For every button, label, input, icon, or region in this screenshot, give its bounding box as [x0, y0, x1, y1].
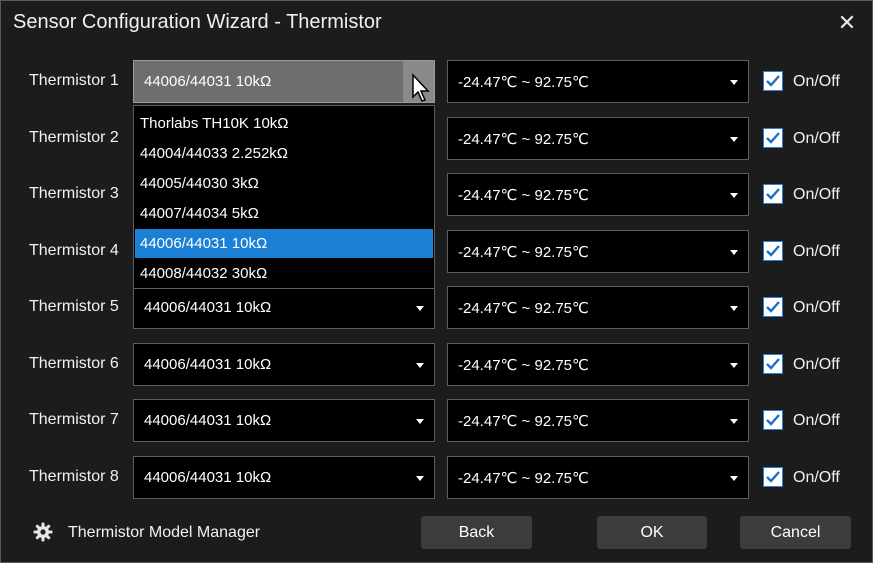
- dropdown-option-label: 44005/44030 3kΩ: [140, 175, 259, 192]
- dropdown-option[interactable]: 44004/44033 2.252kΩ: [135, 139, 433, 168]
- model-dropdown-list: Thorlabs TH10K 10kΩ 44004/44033 2.252kΩ …: [133, 105, 435, 289]
- chevron-down-icon: [730, 193, 738, 198]
- close-button[interactable]: ✕: [830, 7, 864, 39]
- enable-checkbox[interactable]: [763, 297, 783, 317]
- checkmark-icon: [766, 188, 780, 200]
- enable-checkbox[interactable]: [763, 354, 783, 374]
- thermistor-label: Thermistor 5: [29, 298, 119, 315]
- on-off-label: On/Off: [793, 356, 840, 373]
- dropdown-option-label: Thorlabs TH10K 10kΩ: [140, 115, 289, 132]
- range-select-value: -24.47℃ ~ 92.75℃: [458, 244, 589, 261]
- dropdown-option-label: 44007/44034 5kΩ: [140, 205, 259, 222]
- enable-checkbox[interactable]: [763, 410, 783, 430]
- on-off-label: On/Off: [793, 73, 840, 90]
- title-bar: Sensor Configuration Wizard - Thermistor…: [1, 1, 872, 45]
- model-select-value: 44006/44031 10kΩ: [144, 469, 272, 486]
- mouse-cursor-icon: [412, 73, 430, 102]
- model-select[interactable]: 44006/44031 10kΩ: [133, 399, 435, 442]
- on-off-label: On/Off: [793, 130, 840, 147]
- chevron-down-icon: [416, 363, 424, 368]
- range-select-value: -24.47℃ ~ 92.75℃: [458, 470, 589, 487]
- dropdown-option[interactable]: 44006/44031 10kΩ: [135, 229, 433, 258]
- dropdown-option-label: 44004/44033 2.252kΩ: [140, 145, 289, 162]
- model-select-value: 44006/44031 10kΩ: [144, 299, 272, 316]
- range-select[interactable]: -24.47℃ ~ 92.75℃: [447, 117, 749, 160]
- range-select[interactable]: -24.47℃ ~ 92.75℃: [447, 173, 749, 216]
- range-select[interactable]: -24.47℃ ~ 92.75℃: [447, 399, 749, 442]
- window-title: Sensor Configuration Wizard - Thermistor: [13, 11, 382, 33]
- chevron-down-icon: [730, 363, 738, 368]
- chevron-down-icon: [416, 476, 424, 481]
- thermistor-model-manager-link[interactable]: Thermistor Model Manager: [68, 524, 260, 542]
- range-select[interactable]: -24.47℃ ~ 92.75℃: [447, 286, 749, 329]
- dropdown-option[interactable]: 44007/44034 5kΩ: [135, 199, 433, 228]
- model-select[interactable]: 44006/44031 10kΩ: [133, 60, 435, 103]
- thermistor-label: Thermistor 4: [29, 242, 119, 259]
- range-select[interactable]: -24.47℃ ~ 92.75℃: [447, 343, 749, 386]
- checkmark-icon: [766, 245, 780, 257]
- thermistor-label: Thermistor 1: [29, 72, 119, 89]
- range-select-value: -24.47℃ ~ 92.75℃: [458, 187, 589, 204]
- dropdown-option[interactable]: 44008/44032 30kΩ: [135, 259, 433, 288]
- dropdown-option-label: 44008/44032 30kΩ: [140, 265, 268, 282]
- thermistor-label: Thermistor 3: [29, 185, 119, 202]
- checkmark-icon: [766, 471, 780, 483]
- on-off-label: On/Off: [793, 186, 840, 203]
- chevron-down-icon: [730, 476, 738, 481]
- range-select-value: -24.47℃ ~ 92.75℃: [458, 413, 589, 430]
- model-select[interactable]: 44006/44031 10kΩ: [133, 286, 435, 329]
- chevron-down-icon: [416, 306, 424, 311]
- on-off-label: On/Off: [793, 469, 840, 486]
- chevron-down-icon: [730, 306, 738, 311]
- model-select[interactable]: 44006/44031 10kΩ: [133, 343, 435, 386]
- chevron-down-icon: [730, 137, 738, 142]
- range-select-value: -24.47℃ ~ 92.75℃: [458, 131, 589, 148]
- enable-checkbox[interactable]: [763, 241, 783, 261]
- enable-checkbox[interactable]: [763, 467, 783, 487]
- range-select[interactable]: -24.47℃ ~ 92.75℃: [447, 230, 749, 273]
- checkmark-icon: [766, 75, 780, 87]
- dropdown-option[interactable]: 44005/44030 3kΩ: [135, 169, 433, 198]
- wizard-window: Sensor Configuration Wizard - Thermistor…: [0, 0, 873, 563]
- model-select-value: 44006/44031 10kΩ: [144, 412, 272, 429]
- checkmark-icon: [766, 358, 780, 370]
- close-icon: ✕: [837, 10, 857, 35]
- model-select[interactable]: 44006/44031 10kΩ: [133, 456, 435, 499]
- chevron-down-icon: [730, 419, 738, 424]
- thermistor-label: Thermistor 6: [29, 355, 119, 372]
- chevron-down-icon: [730, 80, 738, 85]
- chevron-down-icon: [730, 250, 738, 255]
- gear-icon[interactable]: [33, 522, 53, 542]
- checkmark-icon: [766, 301, 780, 313]
- enable-checkbox[interactable]: [763, 128, 783, 148]
- model-select-value: 44006/44031 10kΩ: [144, 356, 272, 373]
- on-off-label: On/Off: [793, 412, 840, 429]
- range-select[interactable]: -24.47℃ ~ 92.75℃: [447, 456, 749, 499]
- thermistor-label: Thermistor 8: [29, 468, 119, 485]
- checkmark-icon: [766, 414, 780, 426]
- enable-checkbox[interactable]: [763, 184, 783, 204]
- range-select-value: -24.47℃ ~ 92.75℃: [458, 300, 589, 317]
- thermistor-label: Thermistor 7: [29, 411, 119, 428]
- dropdown-option-label: 44006/44031 10kΩ: [140, 235, 268, 252]
- cancel-button[interactable]: Cancel: [740, 516, 851, 549]
- chevron-down-icon: [416, 419, 424, 424]
- model-select-value: 44006/44031 10kΩ: [144, 73, 272, 90]
- range-select-value: -24.47℃ ~ 92.75℃: [458, 74, 589, 91]
- ok-button[interactable]: OK: [597, 516, 707, 549]
- dropdown-option[interactable]: Thorlabs TH10K 10kΩ: [135, 109, 433, 138]
- on-off-label: On/Off: [793, 243, 840, 260]
- range-select[interactable]: -24.47℃ ~ 92.75℃: [447, 60, 749, 103]
- enable-checkbox[interactable]: [763, 71, 783, 91]
- range-select-value: -24.47℃ ~ 92.75℃: [458, 357, 589, 374]
- back-button[interactable]: Back: [421, 516, 532, 549]
- on-off-label: On/Off: [793, 299, 840, 316]
- checkmark-icon: [766, 132, 780, 144]
- thermistor-label: Thermistor 2: [29, 129, 119, 146]
